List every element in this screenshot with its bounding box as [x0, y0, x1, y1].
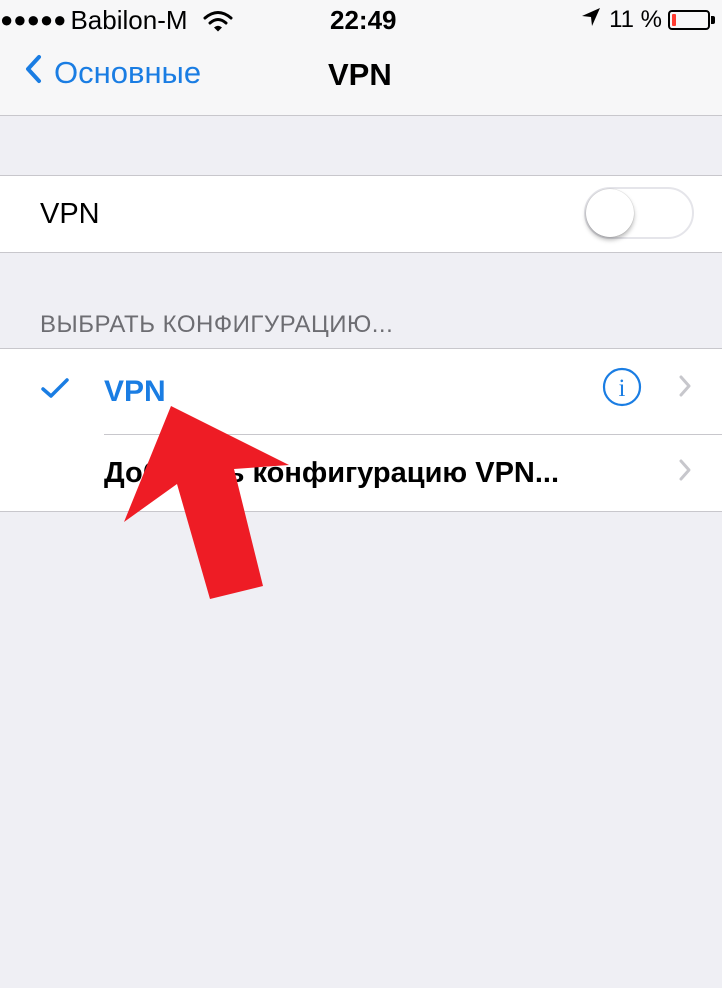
carrier-info: ●●●●● Babilon-M — [0, 5, 233, 38]
checkmark-icon — [40, 376, 70, 405]
configuration-list: VPN i Добавить конфигурацию VPN... — [0, 348, 722, 512]
carrier-name: Babilon-M — [70, 5, 188, 35]
toggle-knob — [586, 189, 634, 237]
status-time: 22:49 — [330, 5, 397, 35]
status-right: 11 % — [581, 5, 715, 35]
config-item-label: VPN — [104, 375, 166, 408]
battery-icon — [668, 10, 715, 30]
page-title: VPN — [328, 57, 392, 92]
vpn-toggle-label: VPN — [40, 197, 100, 230]
config-item-vpn[interactable]: VPN i — [0, 349, 722, 435]
chevron-right-icon — [678, 458, 692, 487]
top-bars: ●●●●● Babilon-M 22:49 11 % Основные VPN — [0, 0, 722, 116]
battery-level-fill — [672, 14, 676, 26]
add-configuration-label: Добавить конфигурацию VPN... — [104, 456, 560, 489]
vpn-toggle-group: VPN — [0, 175, 722, 253]
info-icon[interactable]: i — [602, 367, 642, 407]
chevron-right-icon — [678, 374, 692, 403]
signal-strength: ●●●●● — [0, 7, 67, 32]
chevron-left-icon — [24, 54, 42, 92]
section-header: ВЫБРАТЬ КОНФИГУРАЦИЮ... — [40, 311, 394, 338]
add-configuration-row[interactable]: Добавить конфигурацию VPN... — [0, 435, 722, 511]
battery-cap — [711, 16, 715, 24]
location-icon — [581, 6, 601, 34]
wifi-icon — [203, 8, 233, 38]
back-button-label: Основные — [54, 55, 202, 90]
back-button[interactable]: Основные — [24, 54, 201, 92]
vpn-toggle-switch[interactable] — [584, 187, 694, 239]
battery-percent: 11 % — [609, 6, 662, 33]
status-bar: ●●●●● Babilon-M 22:49 11 % — [0, 0, 722, 40]
navigation-bar: Основные VPN — [0, 40, 722, 115]
vpn-toggle-row: VPN — [0, 176, 722, 252]
svg-text:i: i — [619, 375, 626, 402]
